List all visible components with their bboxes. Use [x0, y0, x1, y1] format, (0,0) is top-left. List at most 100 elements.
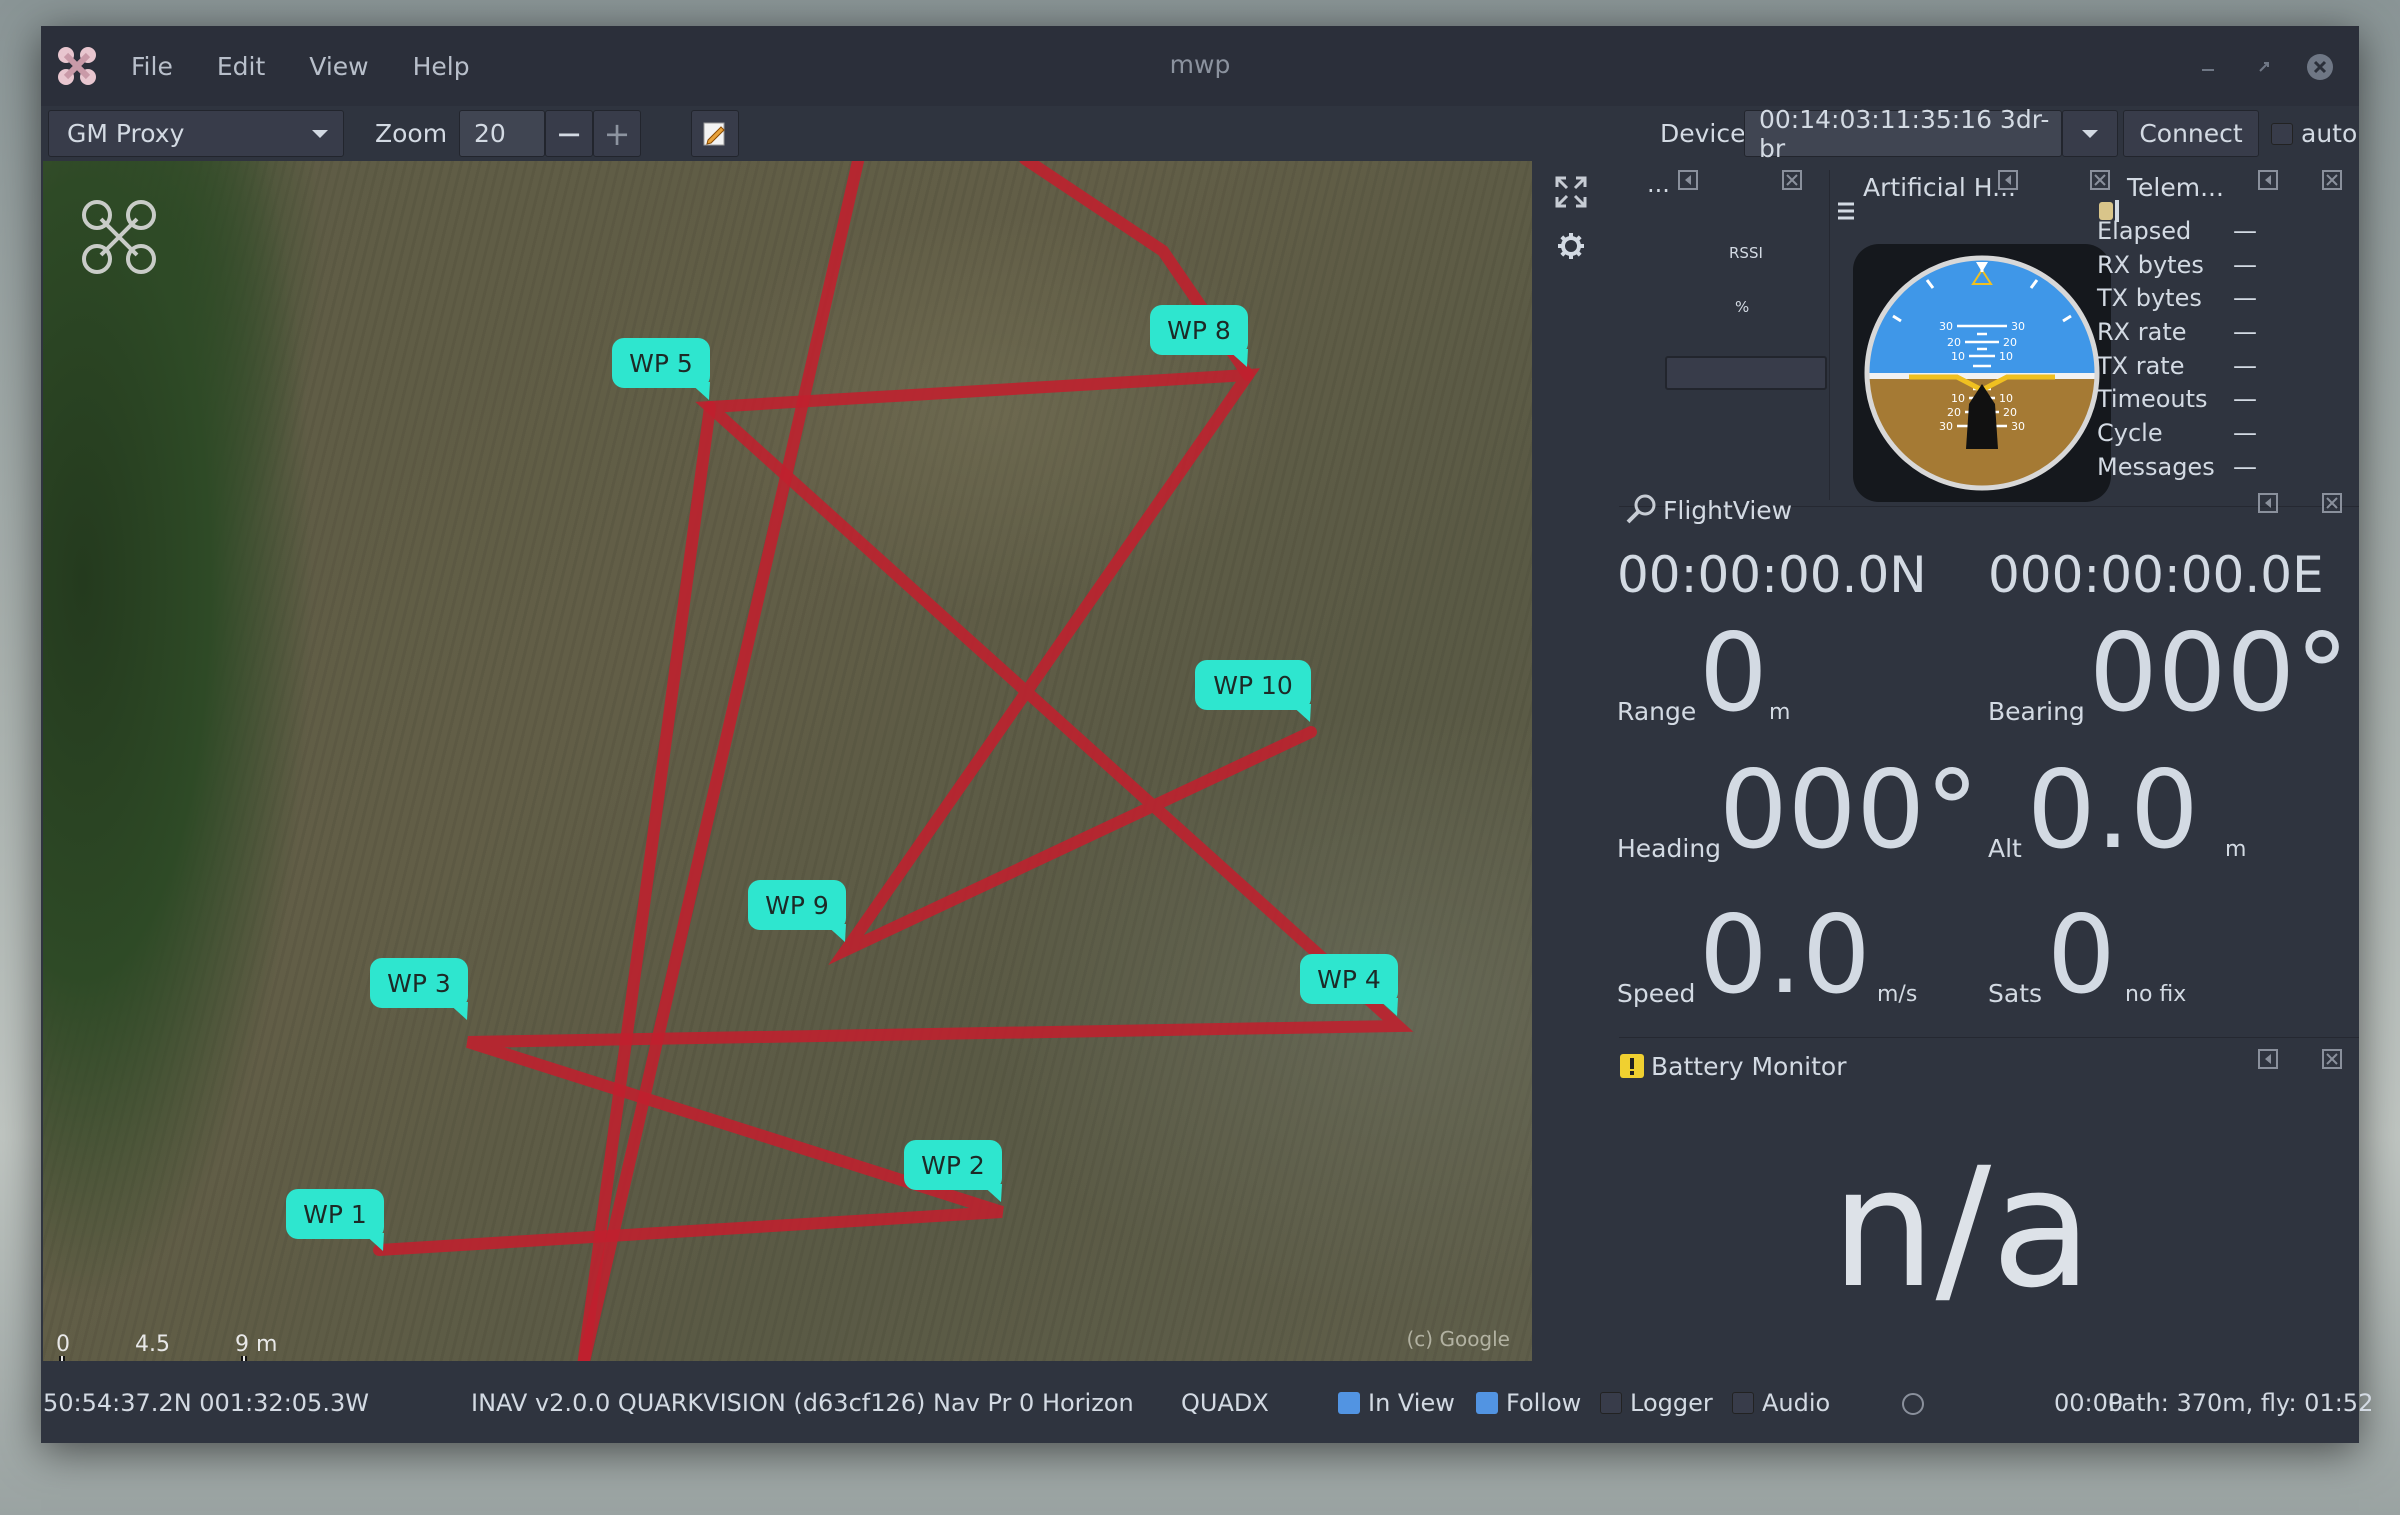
close-panel-icon[interactable] — [2321, 1048, 2343, 1070]
bearing-label: Bearing — [1988, 697, 2085, 726]
range-unit: m — [1769, 700, 1791, 725]
close-panel-icon[interactable] — [2321, 492, 2343, 514]
minimize-icon — [2202, 69, 2214, 71]
menu-help[interactable]: Help — [413, 52, 470, 81]
telemetry-value: — — [2233, 418, 2257, 447]
quadcopter-icon — [82, 200, 156, 274]
edit-mission-button[interactable] — [691, 110, 739, 157]
altitude-unit: m — [2225, 837, 2247, 862]
frame-type: QUADX — [1181, 1389, 1269, 1417]
device-dropdown-button[interactable] — [2062, 110, 2118, 157]
speed-label: Speed — [1617, 979, 1696, 1008]
telemetry-row: RX bytes — — [2097, 248, 2347, 282]
menu-icon — [1838, 202, 1854, 220]
waypoint-marker-wp1[interactable]: WP 1 — [286, 1189, 384, 1251]
waypoint-label: WP 4 — [1317, 965, 1381, 994]
telemetry-label: Cycle — [2097, 418, 2163, 447]
in-view-checkbox-box[interactable] — [1338, 1392, 1360, 1414]
close-icon — [2307, 54, 2333, 80]
waypoint-marker-wp10[interactable]: WP 10 — [1195, 660, 1311, 722]
map-settings-button[interactable] — [1551, 226, 1591, 266]
waypoint-marker-wp3[interactable]: WP 3 — [370, 958, 468, 1020]
detach-panel-icon[interactable] — [2257, 169, 2279, 191]
waypoint-label: WP 2 — [921, 1151, 985, 1180]
detach-panel-icon[interactable] — [1677, 169, 1699, 191]
close-panel-icon[interactable] — [2321, 169, 2343, 191]
speed-unit: m/s — [1877, 982, 1918, 1007]
rssi-panel-title: ... — [1647, 170, 1670, 198]
audio-label: Audio — [1762, 1389, 1831, 1417]
magnifier-icon — [1626, 494, 1656, 524]
detach-panel-icon[interactable] — [1997, 169, 2019, 191]
pitch-mark: 10 — [1951, 392, 1965, 405]
maximize-icon — [2259, 62, 2269, 72]
status-indicator-icon — [1902, 1393, 1924, 1415]
menu-edit[interactable]: Edit — [217, 52, 265, 81]
telemetry-row: RX rate — — [2097, 315, 2347, 349]
panel-divider — [1829, 170, 1830, 500]
scale-label: 9 m — [235, 1332, 277, 1357]
map-source-value: GM Proxy — [67, 119, 185, 148]
zoom-label: Zoom — [375, 119, 448, 148]
device-input[interactable]: 00:14:03:11:35:16 3dr-br — [1744, 105, 2062, 163]
telemetry-value: — — [2233, 385, 2257, 414]
logger-checkbox-box[interactable] — [1600, 1392, 1622, 1414]
warning-icon — [1620, 1054, 1644, 1078]
telemetry-row: Cycle — — [2097, 416, 2347, 450]
in-view-label: In View — [1368, 1389, 1455, 1417]
close-panel-icon[interactable] — [2089, 169, 2111, 191]
detach-panel-icon[interactable] — [2257, 1048, 2279, 1070]
fullscreen-icon — [1555, 176, 1587, 208]
audio-checkbox[interactable]: Audio — [1732, 1389, 1830, 1417]
audio-checkbox-box[interactable] — [1732, 1392, 1754, 1414]
chevron-down-icon — [312, 129, 328, 138]
logger-checkbox[interactable]: Logger — [1600, 1389, 1713, 1417]
svg-text:30: 30 — [2011, 320, 2025, 333]
waypoint-label: WP 1 — [303, 1200, 367, 1229]
flight-controller-info: INAV v2.0.0 QUARKVISION (d63cf126) Nav P… — [471, 1389, 1134, 1417]
waypoint-marker-wp9[interactable]: WP 9 — [748, 880, 846, 942]
auto-checkbox[interactable]: auto — [2271, 110, 2357, 157]
panel-separator — [1619, 1037, 2359, 1038]
toolbar: GM Proxy Zoom 20 − + Device 00:14:03:11:… — [41, 105, 2359, 163]
route-segment — [373, 368, 1414, 1256]
telemetry-value: — — [2233, 216, 2257, 245]
waypoint-marker-wp5[interactable]: WP 5 — [612, 338, 710, 400]
bearing-value: 000° — [2089, 611, 2350, 736]
waypoint-label: WP 10 — [1213, 671, 1293, 700]
telemetry-row: Messages — — [2097, 450, 2347, 484]
rssi-level-bar — [1665, 356, 1827, 390]
maximize-button[interactable] — [2247, 50, 2281, 84]
connect-button[interactable]: Connect — [2123, 110, 2259, 157]
map-source-select[interactable]: GM Proxy — [48, 110, 344, 157]
close-window-button[interactable] — [2303, 50, 2337, 84]
follow-checkbox-box[interactable] — [1476, 1392, 1498, 1414]
telemetry-label: Elapsed — [2097, 216, 2192, 245]
path-summary: Path: 370m, fly: 01:52 — [2108, 1389, 2374, 1417]
minimize-button[interactable] — [2191, 50, 2225, 84]
pitch-mark: 30 — [1939, 420, 1953, 433]
menu-bar: File Edit View Help — [131, 26, 514, 106]
pitch-mark: 20 — [1947, 406, 1961, 419]
altitude-value: 0.0 — [2027, 748, 2199, 873]
detach-panel-icon[interactable] — [2257, 492, 2279, 514]
zoom-in-button[interactable]: + — [593, 110, 641, 157]
waypoint-label: WP 5 — [629, 349, 693, 378]
zoom-input[interactable]: 20 — [459, 110, 545, 157]
range-value: 0 — [1699, 611, 1768, 736]
map-view[interactable]: WP 1 WP 2 WP 3 WP 4 WP 5 WP 8 WP 9 WP 10… — [43, 161, 1532, 1361]
telemetry-row: TX bytes — — [2097, 281, 2347, 315]
close-panel-icon[interactable] — [1781, 169, 1803, 191]
follow-checkbox[interactable]: Follow — [1476, 1389, 1581, 1417]
auto-checkbox-box[interactable] — [2271, 122, 2293, 145]
zoom-out-button[interactable]: − — [545, 110, 593, 157]
menu-view[interactable]: View — [309, 52, 368, 81]
in-view-checkbox[interactable]: In View — [1338, 1389, 1455, 1417]
fullscreen-button[interactable] — [1551, 172, 1591, 212]
chevron-down-icon — [2082, 129, 2098, 138]
svg-text:30: 30 — [2011, 420, 2025, 433]
waypoint-label: WP 8 — [1167, 316, 1231, 345]
artificial-horizon-gauge: 30 20 10 10 20 30 302010 102030 — [1853, 244, 2111, 502]
scale-label: 0 — [56, 1332, 70, 1357]
menu-file[interactable]: File — [131, 52, 173, 81]
